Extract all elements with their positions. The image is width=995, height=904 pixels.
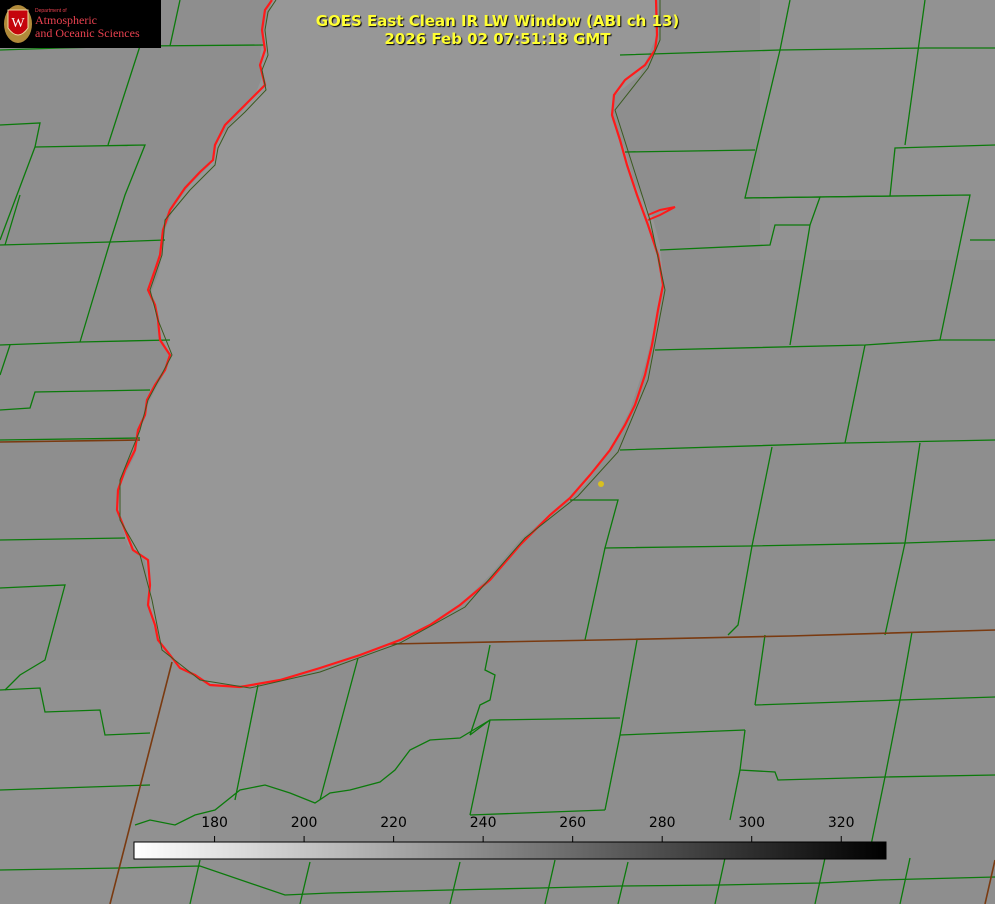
colorbar-tick-label: 280 (648, 815, 676, 831)
image-timestamp: 2026 Feb 02 07:51:18 GMT (384, 30, 611, 48)
colorbar-tick-label: 220 (380, 815, 407, 831)
colorbar-tick-label: 240 (469, 815, 497, 831)
colorbar-tick-label: 320 (827, 815, 855, 831)
satellite-map (0, 0, 995, 904)
colorbar-tick-label: 300 (738, 815, 766, 831)
colorbar-tick-label: 180 (201, 815, 228, 831)
product-title: GOES East Clean IR LW Window (ABI ch 13) (315, 12, 680, 30)
colorbar-tick-label: 200 (290, 815, 318, 831)
station-dot (598, 481, 604, 487)
colorbar-tick-label: 260 (559, 815, 587, 831)
